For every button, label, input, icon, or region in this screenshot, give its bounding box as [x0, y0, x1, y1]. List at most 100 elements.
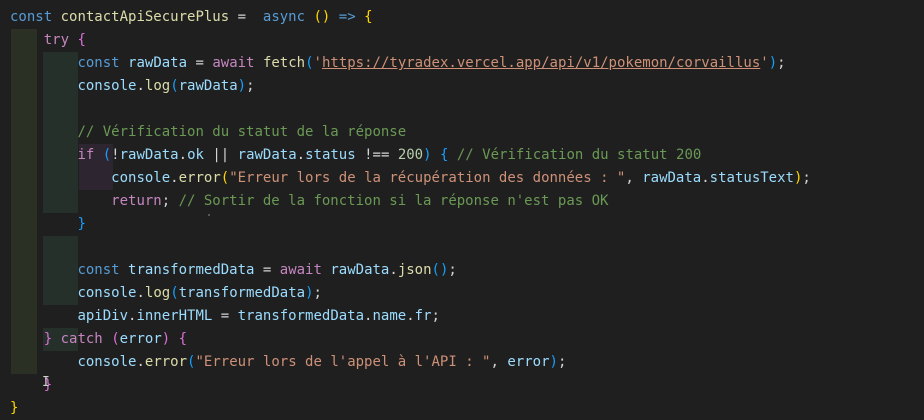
code-token: .	[389, 262, 398, 278]
code-token: console	[77, 354, 137, 370]
code-token: )	[305, 285, 314, 301]
code-token: (	[170, 78, 179, 94]
code-line[interactable]: if (!rawData.ok || rawData.status !== 20…	[10, 144, 701, 167]
code-token: =	[212, 308, 238, 324]
code-token: ()	[313, 9, 331, 25]
code-token: )	[768, 55, 778, 71]
code-token: .	[406, 308, 415, 324]
code-token: const	[10, 9, 53, 25]
code-token: if	[77, 147, 95, 163]
code-token: error	[144, 354, 188, 370]
code-token: catch	[60, 331, 103, 347]
code-token: .	[136, 354, 145, 370]
code-line[interactable]: console. error("Erreur lors de la récupér…	[10, 167, 811, 190]
code-token: error	[507, 354, 550, 370]
code-line[interactable]: const transformedData = await rawData.js…	[10, 259, 457, 282]
code-line[interactable]: // Vérification du statut de la réponse	[10, 121, 406, 144]
code-line[interactable]: console.log(transformedData);	[10, 282, 322, 305]
code-token: await	[212, 55, 255, 71]
code-token: name	[372, 308, 407, 324]
code-token: ;	[557, 354, 567, 370]
code-token: // Vérification du statut de la réponse	[77, 124, 407, 140]
code-line[interactable]: }	[10, 213, 86, 236]
code-token: (	[102, 147, 112, 163]
code-token: (	[220, 170, 230, 186]
code-token: {	[77, 32, 86, 48]
code-token: ||	[203, 147, 238, 163]
text-cursor-icon: I	[42, 375, 50, 390]
code-token: rawData	[642, 170, 702, 186]
code-token: fetch	[262, 55, 306, 71]
code-token: '	[760, 55, 769, 71]
code-token: (	[111, 331, 120, 347]
code-token: console	[111, 170, 171, 186]
code-token: .	[136, 78, 145, 94]
cursor-dot	[208, 214, 210, 216]
code-token: .	[136, 285, 145, 301]
code-token: ;	[448, 262, 457, 278]
code-token: }	[77, 216, 86, 232]
code-token: )	[161, 331, 171, 347]
code-token: transformedData	[128, 262, 255, 278]
code-token: "Erreur lors de l'appel à l'API : "	[195, 354, 491, 370]
code-token: }	[10, 400, 19, 416]
code-token: rawData	[178, 78, 238, 94]
code-token: .	[701, 170, 710, 186]
code-line[interactable]: const contactApiSecurePlus = async () =>…	[10, 6, 373, 29]
code-token: console	[77, 285, 137, 301]
code-line[interactable]: const rawData = await fetch('https://tyr…	[10, 52, 786, 75]
code-token: return	[111, 193, 162, 209]
code-line[interactable]: apiDiv.innerHTML = transformedData.name.…	[10, 305, 440, 328]
code-line[interactable]: }	[10, 397, 18, 420]
code-token: error	[178, 170, 221, 186]
code-token: innerHTML	[136, 308, 213, 324]
code-token: 200	[397, 147, 424, 163]
code-token: try	[43, 32, 70, 48]
code-token: "Erreur lors de la récupération des donn…	[229, 170, 626, 186]
code-line[interactable]: try {	[10, 29, 86, 52]
code-token: .	[296, 147, 306, 163]
code-token: json	[397, 262, 432, 278]
code-token: )	[549, 354, 558, 370]
code-token: .	[178, 147, 188, 163]
code-token: async	[254, 9, 306, 25]
code-token: const	[77, 55, 120, 71]
code-editor[interactable]: const contactApiSecurePlus = async () =>…	[0, 0, 924, 416]
code-token: =	[254, 262, 280, 278]
code-token: !	[111, 147, 120, 163]
code-token: ;	[802, 170, 811, 186]
code-token: '	[313, 55, 322, 71]
code-line[interactable]: console.error("Erreur lors de l'appel à …	[10, 351, 566, 374]
code-token: ;	[777, 55, 786, 71]
code-token: // Sortir de la fonction si la réponse n…	[178, 193, 609, 209]
code-token: apiDiv	[77, 308, 129, 324]
code-token: ;	[313, 285, 322, 301]
code-line[interactable]: } catch (error) {	[10, 328, 187, 351]
code-token: =	[229, 9, 255, 25]
code-token: ok	[187, 147, 204, 163]
code-token: {	[364, 9, 373, 25]
code-token: ,	[490, 354, 508, 370]
code-line[interactable]: console.log(rawData);	[10, 75, 255, 98]
code-token: ;	[246, 78, 255, 94]
code-token: ;	[431, 308, 440, 324]
code-line[interactable]: return; // Sortir de la fonction si la r…	[10, 190, 608, 213]
code-token: ()	[431, 262, 449, 278]
